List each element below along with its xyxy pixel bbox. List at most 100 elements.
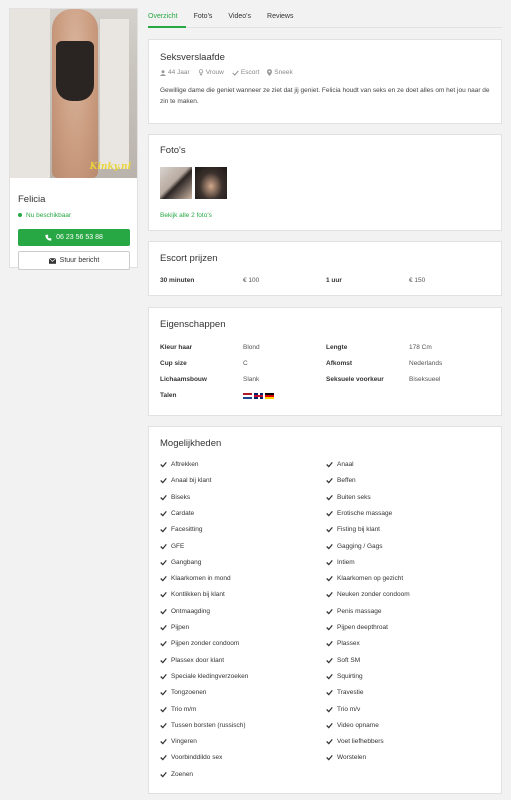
profile-photo[interactable]: Kinky.nl: [10, 9, 137, 178]
tab-reviews[interactable]: Reviews: [267, 8, 301, 28]
check-icon: [326, 739, 333, 745]
option-item: Zoenen: [160, 771, 193, 778]
option-item: Buiten seks: [326, 494, 371, 501]
option-item: Ontmaagding: [160, 608, 210, 615]
option-item: GFE: [160, 543, 184, 550]
availability-label: Nu beschikbaar: [26, 212, 72, 219]
user-icon: [160, 69, 166, 76]
option-label: Voet liefhebbers: [337, 738, 384, 746]
option-item: Erotische massage: [326, 510, 392, 517]
check-icon: [326, 592, 333, 598]
option-item: Neuken zonder condoom: [326, 591, 410, 598]
check-icon: [160, 478, 167, 484]
check-icon: [160, 494, 167, 501]
property-value: Biseksueel: [409, 376, 441, 383]
photo-wall: [10, 9, 50, 178]
phone-number: 06 23 56 53 88: [56, 234, 103, 241]
option-item: Biseks: [160, 494, 190, 501]
see-all-photos-link[interactable]: Bekijk alle 2 foto's: [160, 212, 212, 219]
option-item: Tongzoenen: [160, 689, 206, 696]
property-label: Seksuele voorkeur: [326, 376, 384, 383]
option-item: Soft SM: [326, 657, 360, 664]
prices-panel: Escort prijzen 30 minuten € 100 1 uur € …: [148, 241, 502, 296]
property-label: Cup size: [160, 360, 187, 367]
photo-door: [99, 19, 129, 169]
option-label: Squirting: [337, 672, 363, 680]
check-icon: [326, 690, 333, 696]
check-icon: [160, 657, 167, 664]
check-icon: [326, 478, 333, 484]
option-label: Fisting bij klant: [337, 526, 380, 534]
option-item: Anaal: [326, 461, 354, 468]
photo-thumbnail[interactable]: [195, 167, 227, 199]
tab-videos[interactable]: Video's: [228, 8, 259, 28]
check-icon: [160, 706, 167, 713]
option-item: Pijpen: [160, 624, 189, 631]
option-label: Speciale kledingverzoeken: [171, 672, 249, 680]
option-label: Vingeren: [171, 738, 197, 746]
send-message-button[interactable]: Stuur bericht: [18, 251, 130, 270]
meta-type: Escort: [232, 69, 259, 76]
option-label: Voorbinddildo sex: [171, 754, 223, 762]
option-label: Cardate: [171, 509, 195, 517]
prices-title: Escort prijzen: [160, 253, 218, 264]
option-label: Buiten seks: [337, 493, 371, 501]
meta-age: 44 Jaar: [160, 69, 190, 76]
price-value: € 100: [243, 277, 260, 284]
option-label: Gagging / Gags: [337, 542, 383, 550]
option-label: Zoenen: [171, 770, 194, 778]
option-item: Trio m/m: [160, 706, 196, 713]
option-item: Trio m/v: [326, 706, 360, 713]
check-icon: [160, 739, 167, 745]
intro-panel: Seksverslaafde 44 Jaar Vrouw Escort Snee…: [148, 39, 502, 124]
check-icon: [160, 624, 167, 631]
option-item: Gagging / Gags: [326, 543, 383, 550]
option-item: Anaal bij klant: [160, 477, 211, 484]
check-icon: [326, 559, 333, 566]
property-label: Afkomst: [326, 360, 353, 367]
tab-fotos[interactable]: Foto's: [194, 8, 221, 28]
property-label: Lichaamsbouw: [160, 376, 207, 383]
option-label: Intiem: [337, 558, 355, 566]
photos-title: Foto's: [160, 145, 186, 156]
check-icon: [326, 722, 333, 729]
gender-label: Vrouw: [205, 69, 224, 76]
options-panel: Mogelijkheden Aftrekken Anaal bij klant Bi…: [148, 426, 502, 794]
tab-overzicht[interactable]: Overzicht: [148, 8, 186, 28]
option-item: Fisting bij klant: [326, 526, 380, 533]
option-label: Plassex door klant: [171, 656, 225, 664]
option-label: Facesitting: [171, 526, 203, 534]
check-icon: [326, 510, 333, 517]
price-label: 1 uur: [326, 277, 342, 284]
option-item: Vingeren: [160, 738, 197, 745]
profile-meta: 44 Jaar Vrouw Escort Sneek: [160, 69, 293, 76]
option-label: Beffen: [337, 477, 356, 485]
property-value: Nederlands: [409, 360, 443, 367]
check-icon: [160, 559, 167, 566]
check-icon: [232, 70, 239, 76]
availability-status: Nu beschikbaar: [18, 212, 71, 219]
option-item: Travestie: [326, 689, 364, 696]
check-icon: [160, 608, 167, 615]
check-icon: [326, 461, 333, 468]
send-message-label: Stuur bericht: [59, 257, 100, 264]
type-label: Escort: [240, 69, 260, 76]
property-label: Talen: [160, 392, 177, 399]
check-icon: [326, 527, 333, 533]
option-item: Klaarkomen op gezicht: [326, 575, 403, 582]
option-item: Video opname: [326, 722, 379, 729]
option-label: Soft SM: [337, 656, 361, 664]
check-icon: [160, 461, 167, 468]
language-flags: [243, 393, 274, 399]
option-item: Voorbinddildo sex: [160, 754, 222, 761]
option-label: Penis massage: [337, 607, 382, 615]
photos-panel: Foto's Bekijk alle 2 foto's: [148, 134, 502, 231]
option-label: Neuken zonder condoom: [337, 591, 410, 599]
phone-button[interactable]: 06 23 56 53 88: [18, 229, 130, 246]
city-label: Sneek: [274, 69, 293, 76]
option-item: Cardate: [160, 510, 194, 517]
option-label: Ontmaagding: [171, 607, 211, 615]
price-label: 30 minuten: [160, 277, 195, 284]
photo-thumbnail[interactable]: [160, 167, 192, 199]
option-label: Klaarkomen in mond: [171, 575, 231, 583]
